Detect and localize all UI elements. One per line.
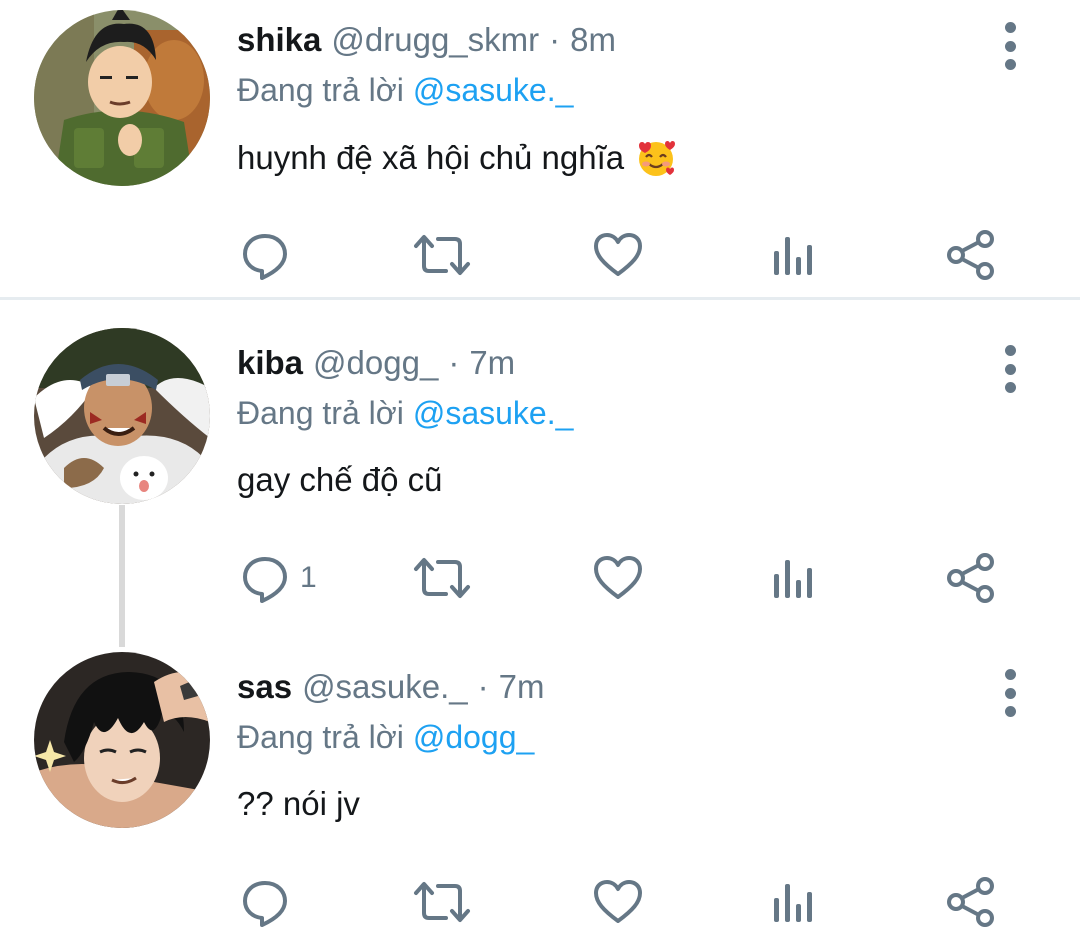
avatar[interactable] — [34, 328, 210, 504]
retweet-button[interactable] — [412, 872, 472, 932]
tweet-text-body: gay chế độ cũ — [237, 461, 443, 498]
author-handle[interactable]: @sasuke._ — [302, 668, 468, 706]
analytics-icon — [772, 233, 816, 277]
reply-button[interactable] — [240, 872, 300, 932]
share-button[interactable] — [945, 872, 997, 932]
analytics-button[interactable] — [772, 872, 816, 932]
analytics-button[interactable] — [772, 225, 816, 285]
tweet-text: ?? nói jv — [237, 785, 360, 823]
share-icon — [945, 229, 997, 281]
replying-to: Đang trả lời @sasuke._ — [237, 72, 573, 109]
share-button[interactable] — [945, 225, 997, 285]
author-handle[interactable]: @dogg_ — [313, 344, 438, 382]
author-handle[interactable]: @drugg_skmr — [331, 21, 539, 59]
replying-to-label: Đang trả lời — [237, 72, 404, 108]
replying-to-label: Đang trả lời — [237, 395, 404, 431]
like-button[interactable] — [593, 548, 643, 608]
analytics-button[interactable] — [772, 548, 816, 608]
reply-button[interactable]: 1 — [240, 548, 317, 608]
tweet-divider — [0, 297, 1080, 300]
like-icon — [593, 555, 643, 601]
tweet[interactable]: kiba @dogg_ · 7m Đang trả lời @sasuke._ g… — [0, 328, 1080, 613]
separator-dot: · — [549, 21, 561, 58]
more-options-icon[interactable] — [990, 669, 1030, 717]
replying-to: Đang trả lời @dogg_ — [237, 719, 534, 756]
tweet-actions: 1 — [0, 548, 1080, 608]
replying-to-label: Đang trả lời — [237, 719, 404, 755]
reply-icon — [240, 553, 290, 603]
timestamp[interactable]: 7m — [469, 344, 515, 382]
more-options-icon[interactable] — [990, 345, 1030, 393]
author-name[interactable]: sas — [237, 668, 292, 706]
like-icon — [593, 232, 643, 278]
mention-link[interactable]: @sasuke._ — [413, 395, 574, 431]
tweet-actions — [0, 872, 1080, 932]
replying-to: Đang trả lời @sasuke._ — [237, 395, 573, 432]
tweet[interactable]: shika @drugg_skmr · 8m Đang trả lời @sasu… — [0, 10, 1080, 290]
retweet-icon — [412, 877, 472, 927]
tweet[interactable]: sas @sasuke._ · 7m Đang trả lời @dogg_ ??… — [0, 652, 1080, 927]
retweet-button[interactable] — [412, 225, 472, 285]
avatar[interactable] — [34, 10, 210, 186]
like-icon — [593, 879, 643, 925]
retweet-button[interactable] — [412, 548, 472, 608]
tweet-actions — [0, 225, 1080, 285]
separator-dot: · — [448, 344, 460, 381]
more-options-icon[interactable] — [990, 22, 1030, 70]
like-button[interactable] — [593, 872, 643, 932]
analytics-icon — [772, 556, 816, 600]
avatar[interactable] — [34, 652, 210, 828]
tweet-text: gay chế độ cũ — [237, 461, 442, 499]
tweet-text-body: huynh đệ xã hội chủ nghĩa — [237, 139, 625, 176]
author-name[interactable]: kiba — [237, 344, 303, 382]
like-button[interactable] — [593, 225, 643, 285]
reply-button[interactable] — [240, 225, 300, 285]
retweet-icon — [412, 553, 472, 603]
mention-link[interactable]: @dogg_ — [413, 719, 534, 755]
analytics-icon — [772, 880, 816, 924]
share-icon — [945, 552, 997, 604]
separator-dot: · — [477, 668, 489, 705]
thread-connector — [119, 505, 125, 647]
reply-count: 1 — [300, 561, 317, 594]
tweet-text: huynh đệ xã hội chủ nghĩa — [237, 138, 676, 178]
smiling-face-with-hearts-icon — [636, 138, 676, 178]
share-button[interactable] — [945, 548, 997, 608]
tweet-text-body: ?? nói jv — [237, 785, 360, 822]
mention-link[interactable]: @sasuke._ — [413, 72, 574, 108]
author-name[interactable]: shika — [237, 21, 321, 59]
reply-icon — [240, 877, 290, 927]
retweet-icon — [412, 230, 472, 280]
timestamp[interactable]: 8m — [570, 21, 616, 59]
timestamp[interactable]: 7m — [499, 668, 545, 706]
reply-icon — [240, 230, 290, 280]
share-icon — [945, 876, 997, 928]
